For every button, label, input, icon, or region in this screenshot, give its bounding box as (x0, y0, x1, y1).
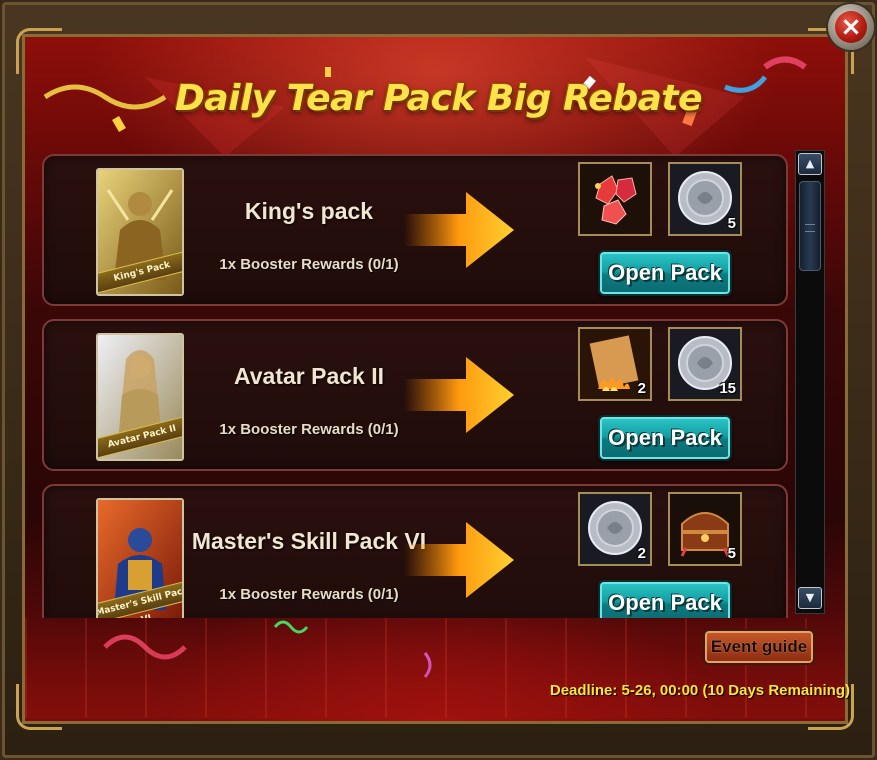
arrow-right-icon (404, 357, 514, 433)
arrow-right-icon (404, 522, 514, 598)
scroll-down-button[interactable]: ▼ (798, 587, 822, 609)
corner-ornament (16, 684, 62, 730)
reward-slot[interactable]: 2 (578, 492, 652, 566)
pack-row: King's Pack King's pack 1x Booster Rewar… (42, 154, 788, 306)
pack-name: Avatar Pack II (233, 363, 385, 389)
deadline-text: Deadline: 5-26, 00:00 (10 Days Remaining… (549, 682, 850, 699)
reward-count: 15 (719, 380, 736, 397)
arrow-right-icon (404, 192, 514, 268)
booster-reward-text: 1x Booster Rewards (0/1) (219, 256, 399, 273)
reward-slot[interactable]: 15 (668, 327, 742, 401)
chevron-down-icon: ▼ (805, 591, 815, 604)
close-icon: × (835, 11, 867, 43)
reward-count: 2 (637, 545, 646, 562)
ruby-crystals-icon (580, 164, 650, 234)
reward-slot[interactable]: 5 (668, 162, 742, 236)
reward-slot[interactable] (578, 162, 652, 236)
reward-count: 5 (727, 215, 736, 232)
scroll-up-button[interactable]: ▲ (798, 153, 822, 175)
open-pack-button[interactable]: Open Pack (598, 580, 732, 618)
event-window: Daily Tear Pack Big Rebate × King's Pack… (0, 0, 877, 760)
booster-reward-text: 1x Booster Rewards (0/1) (219, 421, 399, 438)
chevron-up-icon: ▲ (805, 157, 815, 170)
pack-row: Avatar Pack II Avatar Pack II 1x Booster… (42, 319, 788, 471)
open-pack-button[interactable]: Open Pack (598, 415, 732, 461)
open-pack-button[interactable]: Open Pack (598, 250, 732, 296)
reward-slot[interactable]: 2 (578, 327, 652, 401)
pack-list-scrollbar[interactable]: ▲ ▼ (795, 150, 825, 614)
reward-slot[interactable]: 5 (668, 492, 742, 566)
pack-row: Master's Skill Pack VI Master's Skill Pa… (42, 484, 788, 618)
pack-name: King's pack (244, 198, 374, 224)
grip-icon (805, 224, 815, 232)
booster-reward-text: 1x Booster Rewards (0/1) (219, 586, 399, 603)
event-title: Daily Tear Pack Big Rebate (174, 78, 703, 119)
pack-name: Master's Skill Pack VI (191, 528, 427, 554)
pack-card-image: King's Pack (96, 168, 184, 296)
scroll-thumb[interactable] (799, 181, 821, 271)
pack-card-image: Master's Skill Pack VI (96, 498, 184, 618)
close-button[interactable]: × (828, 4, 874, 50)
pack-card-image: Avatar Pack II (96, 333, 184, 461)
reward-count: 5 (727, 545, 736, 562)
event-guide-button[interactable]: Event guide (703, 629, 815, 665)
reward-count: 2 (637, 380, 646, 397)
pack-list: King's Pack King's pack 1x Booster Rewar… (42, 154, 788, 618)
corner-ornament (16, 28, 62, 74)
